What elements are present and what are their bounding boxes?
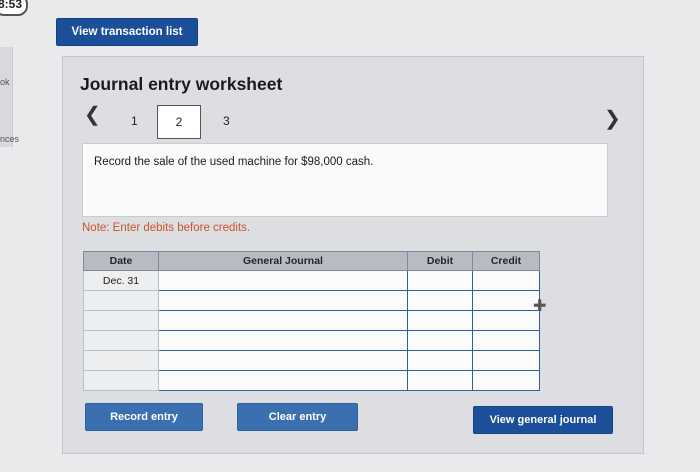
credit-cell[interactable]	[472, 330, 540, 351]
account-cell[interactable]	[158, 370, 408, 391]
table-row	[83, 290, 540, 311]
debit-cell[interactable]	[407, 370, 473, 391]
note-text: Note: Enter debits before credits.	[82, 222, 251, 234]
table-row	[83, 310, 540, 331]
prompt-text: Record the sale of the used machine for …	[94, 156, 374, 168]
debit-cell[interactable]	[407, 350, 473, 371]
credit-header: Credit	[472, 251, 540, 271]
side-fragment-2: nces	[0, 134, 20, 144]
table-row	[83, 370, 540, 391]
page-tab-1[interactable]: 1	[131, 114, 138, 128]
account-cell[interactable]	[158, 350, 408, 371]
debit-cell[interactable]	[407, 270, 473, 291]
table-row	[83, 350, 540, 371]
debit-cell[interactable]	[407, 290, 473, 311]
view-transaction-list-button[interactable]: View transaction list	[56, 18, 198, 46]
table-row	[83, 330, 540, 351]
date-cell[interactable]	[83, 310, 159, 331]
debit-header: Debit	[407, 251, 473, 271]
account-cell[interactable]	[158, 310, 408, 331]
view-general-journal-button[interactable]: View general journal	[473, 406, 613, 434]
date-cell[interactable]	[83, 290, 159, 311]
clear-entry-button[interactable]: Clear entry	[237, 403, 358, 431]
side-panel-edge	[0, 47, 13, 147]
account-cell[interactable]	[158, 330, 408, 351]
side-fragment-1: ok	[0, 77, 10, 87]
timer-text: 08:53	[0, 0, 22, 11]
date-cell[interactable]	[83, 350, 159, 371]
date-cell[interactable]: Dec. 31	[83, 270, 159, 291]
timer-badge: 08:53	[0, 0, 28, 16]
debit-cell[interactable]	[407, 330, 473, 351]
chevron-right-icon[interactable]: ❯	[604, 109, 621, 129]
account-cell[interactable]	[158, 290, 408, 311]
credit-cell[interactable]	[472, 290, 540, 311]
debit-cell[interactable]	[407, 310, 473, 331]
credit-cell[interactable]	[472, 310, 540, 331]
general-journal-header: General Journal	[158, 251, 408, 271]
record-entry-button[interactable]: Record entry	[85, 403, 203, 431]
worksheet-title: Journal entry worksheet	[80, 74, 283, 94]
account-cell[interactable]	[158, 270, 408, 291]
date-cell[interactable]	[83, 330, 159, 351]
table-row: Dec. 31	[83, 270, 540, 291]
date-cell[interactable]	[83, 370, 159, 391]
credit-cell[interactable]	[472, 270, 540, 291]
chevron-left-icon[interactable]: ❮	[84, 105, 101, 125]
mouse-cursor-icon: ✚	[533, 298, 547, 315]
page-tab-3[interactable]: 3	[223, 114, 230, 128]
date-header: Date	[83, 251, 159, 271]
credit-cell[interactable]	[472, 370, 540, 391]
journal-table: Date General Journal Debit Credit Dec. 3…	[83, 251, 540, 391]
transaction-prompt: Record the sale of the used machine for …	[82, 143, 608, 217]
page-tab-2-current[interactable]: 2	[157, 105, 201, 139]
credit-cell[interactable]	[472, 350, 540, 371]
